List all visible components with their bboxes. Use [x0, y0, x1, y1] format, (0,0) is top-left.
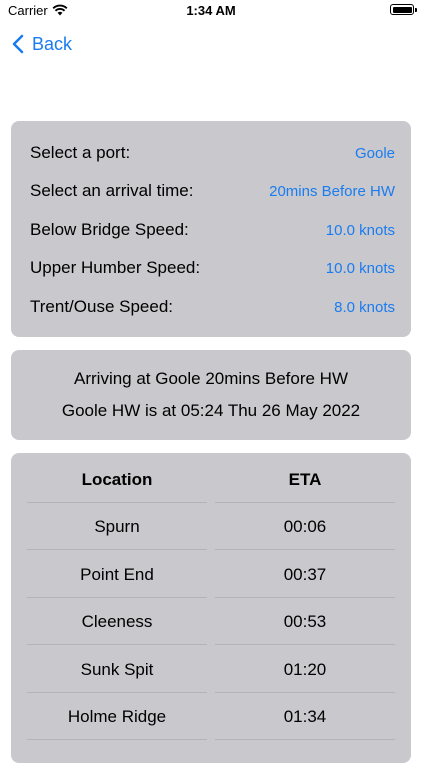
divider	[27, 644, 207, 645]
upper-humber-speed-label: Upper Humber Speed:	[30, 258, 201, 277]
location-cell: Holme Ridge	[67, 707, 167, 726]
location-cell: Point End	[80, 565, 154, 584]
arrival-time-row: Select an arrival time: 20mins Before HW	[30, 179, 395, 203]
high-water-time: Goole HW is at 05:24 Thu 26 May 2022	[61, 401, 361, 420]
location-cell: Sunk Spit	[80, 660, 154, 679]
divider	[215, 692, 395, 693]
divider	[27, 549, 207, 550]
divider	[215, 549, 395, 550]
divider	[215, 644, 395, 645]
back-button[interactable]: Back	[12, 30, 72, 58]
below-bridge-speed-row: Below Bridge Speed: 10.0 knots	[30, 218, 395, 242]
eta-cell: 01:34	[283, 707, 327, 726]
settings-panel: Select a port: Goole Select an arrival t…	[11, 121, 411, 337]
arrival-info-panel: Arriving at Goole 20mins Before HW Goole…	[11, 350, 411, 440]
back-label: Back	[32, 33, 73, 54]
upper-humber-speed-row: Upper Humber Speed: 10.0 knots	[30, 256, 395, 280]
clock: 1:34 AM	[186, 3, 236, 18]
upper-humber-speed-select[interactable]: 10.0 knots	[326, 260, 395, 277]
divider	[27, 739, 207, 740]
port-row: Select a port: Goole	[30, 141, 395, 165]
eta-cell: 00:37	[283, 565, 327, 584]
eta-table: Location ETA Spurn 00:06 Point End 00:37…	[11, 453, 411, 763]
arrival-time-select[interactable]: 20mins Before HW	[269, 183, 395, 200]
location-cell: Spurn	[94, 517, 140, 536]
arrival-summary: Arriving at Goole 20mins Before HW	[74, 369, 348, 388]
divider	[215, 502, 395, 503]
arrival-time-label: Select an arrival time:	[30, 181, 194, 200]
divider	[215, 597, 395, 598]
status-bar: Carrier 1:34 AM	[0, 0, 422, 22]
divider	[27, 692, 207, 693]
location-header: Location	[81, 470, 153, 489]
trent-ouse-speed-row: Trent/Ouse Speed: 8.0 knots	[30, 295, 395, 319]
trent-ouse-speed-select[interactable]: 8.0 knots	[334, 299, 395, 316]
divider	[27, 597, 207, 598]
divider	[27, 502, 207, 503]
battery-icon	[390, 4, 417, 15]
eta-cell: 00:06	[283, 517, 327, 536]
port-label: Select a port:	[30, 143, 131, 162]
location-cell: Cleeness	[81, 612, 153, 631]
eta-cell: 00:53	[283, 612, 327, 631]
below-bridge-speed-select[interactable]: 10.0 knots	[326, 222, 395, 239]
trent-ouse-speed-label: Trent/Ouse Speed:	[30, 297, 174, 316]
port-select[interactable]: Goole	[355, 145, 395, 162]
chevron-left-icon	[12, 34, 24, 54]
divider	[215, 739, 395, 740]
eta-cell: 01:20	[283, 660, 327, 679]
eta-header: ETA	[288, 470, 322, 489]
below-bridge-speed-label: Below Bridge Speed:	[30, 220, 189, 239]
